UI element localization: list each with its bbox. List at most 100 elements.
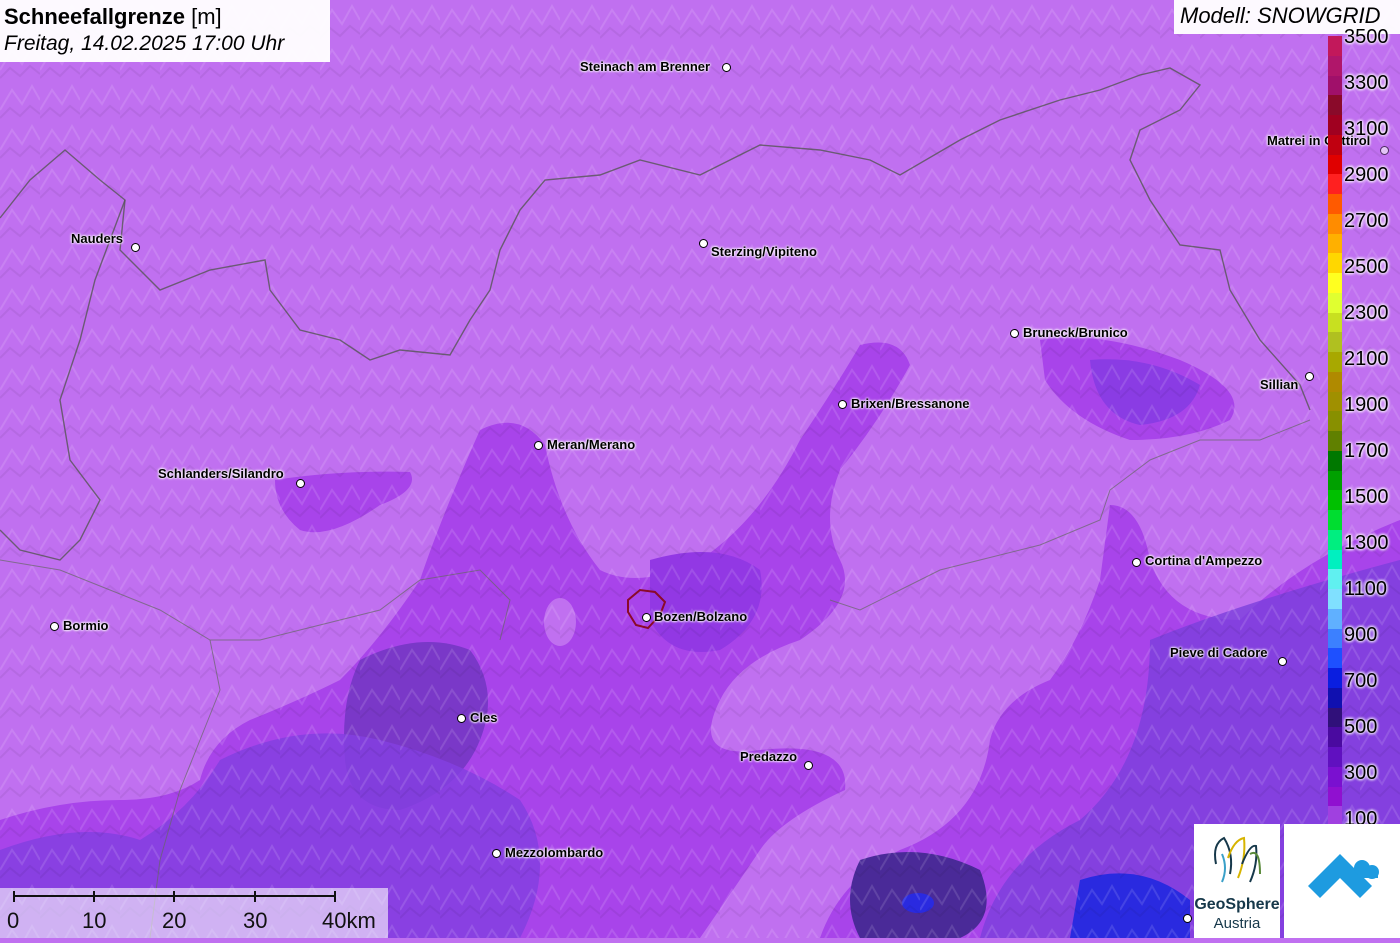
color-legend: 3500 3300 3100 2900 2700 2500 2300 2100 1900 1700… — [1328, 26, 1400, 830]
legend-color-step — [1328, 687, 1342, 708]
legend-color-bar — [1328, 36, 1342, 827]
legend-label: 700 — [1344, 670, 1378, 692]
legend-color-step — [1328, 608, 1342, 629]
city-label[interactable]: Cles — [470, 710, 497, 725]
legend-color-step — [1328, 569, 1342, 590]
legend-color-step — [1328, 628, 1342, 649]
legend-label: 2500 — [1344, 256, 1389, 278]
legend-color-step — [1328, 391, 1342, 412]
city-dot[interactable] — [838, 400, 847, 409]
city-dot[interactable] — [722, 63, 731, 72]
legend-label: 1500 — [1344, 486, 1389, 508]
city-dot[interactable] — [492, 849, 501, 858]
legend-label: 500 — [1344, 716, 1378, 738]
city-label[interactable]: Sillian — [1260, 377, 1298, 392]
geosphere-name: GeoSphere — [1194, 896, 1280, 913]
map-datetime: Freitag, 14.02.2025 17:00 Uhr — [4, 32, 285, 55]
legend-color-step — [1328, 529, 1342, 550]
city-label[interactable]: Mezzolombardo — [505, 845, 603, 860]
legend-color-step — [1328, 589, 1342, 610]
geosphere-logo[interactable]: GeoSphere Austria — [1194, 824, 1280, 938]
legend-color-step — [1328, 332, 1342, 353]
legend-label: 3300 — [1344, 72, 1389, 94]
legend-color-step — [1328, 253, 1342, 274]
legend-color-step — [1328, 707, 1342, 728]
city-label[interactable]: Cortina d'Ampezzo — [1145, 553, 1262, 568]
legend-color-step — [1328, 312, 1342, 333]
legend-color-step — [1328, 213, 1342, 234]
legend-color-step — [1328, 431, 1342, 452]
legend-label: 2300 — [1344, 302, 1389, 324]
legend-label: 2900 — [1344, 164, 1389, 186]
legend-label: 1900 — [1344, 394, 1389, 416]
legend-label: 2100 — [1344, 348, 1389, 370]
legend-color-step — [1328, 55, 1342, 76]
legend-color-step — [1328, 510, 1342, 531]
city-label[interactable]: Brixen/Bressanone — [851, 396, 970, 411]
geosphere-country: Austria — [1213, 915, 1261, 932]
legend-color-step — [1328, 75, 1342, 96]
legend-label: 1700 — [1344, 440, 1389, 462]
city-label[interactable]: Bormio — [63, 618, 109, 633]
legend-label: 3500 — [1344, 26, 1389, 48]
legend-label: 1100 — [1344, 578, 1388, 600]
city-dot[interactable] — [1183, 914, 1192, 923]
city-label[interactable]: Sterzing/Vipiteno — [711, 244, 817, 259]
city-dot[interactable] — [804, 761, 813, 770]
scale-tick: 10 — [82, 908, 107, 933]
legend-color-step — [1328, 36, 1342, 57]
city-label[interactable]: Steinach am Brenner — [580, 59, 710, 74]
legend-color-step — [1328, 786, 1342, 807]
scale-tick: 20 — [162, 908, 187, 933]
city-label[interactable]: Predazzo — [740, 749, 797, 764]
legend-label: 900 — [1344, 624, 1378, 646]
legend-color-step — [1328, 490, 1342, 511]
legend-color-step — [1328, 95, 1342, 116]
legend-color-step — [1328, 233, 1342, 254]
city-dot[interactable] — [1305, 372, 1314, 381]
legend-color-step — [1328, 174, 1342, 195]
legend-color-step — [1328, 766, 1342, 787]
scale-tick: 40km — [322, 908, 376, 933]
app-logo[interactable] — [1284, 824, 1400, 938]
legend-color-step — [1328, 352, 1342, 373]
legend-color-step — [1328, 727, 1342, 748]
city-dot[interactable] — [642, 613, 651, 622]
city-label[interactable]: Nauders — [71, 231, 123, 246]
legend-color-step — [1328, 134, 1342, 155]
city-dot[interactable] — [534, 441, 543, 450]
geosphere-icon — [1214, 836, 1261, 883]
city-label[interactable]: Meran/Merano — [547, 437, 635, 452]
scale-tick: 30 — [243, 908, 268, 933]
city-dot[interactable] — [1010, 329, 1019, 338]
legend-label: 2700 — [1344, 210, 1389, 232]
legend-color-step — [1328, 292, 1342, 313]
legend-color-step — [1328, 668, 1342, 689]
cloud-arrow-icon — [1308, 854, 1379, 898]
legend-color-step — [1328, 450, 1342, 471]
legend-color-step — [1328, 747, 1342, 768]
legend-color-step — [1328, 273, 1342, 294]
city-dot[interactable] — [1132, 558, 1141, 567]
city-dot[interactable] — [131, 243, 140, 252]
city-label[interactable]: Bruneck/Brunico — [1023, 325, 1128, 340]
city-dot[interactable] — [699, 239, 708, 248]
legend-label: 3100 — [1344, 118, 1389, 140]
legend-label: 1300 — [1344, 532, 1389, 554]
legend-label: 300 — [1344, 762, 1378, 784]
city-label[interactable]: Bozen/Bolzano — [654, 609, 747, 624]
city-dot[interactable] — [50, 622, 59, 631]
city-dot[interactable] — [296, 479, 305, 488]
city-dot[interactable] — [1278, 657, 1287, 666]
legend-color-step — [1328, 154, 1342, 175]
scale-bar: 0 10 20 30 40km — [0, 888, 388, 938]
city-label[interactable]: Pieve di Cadore — [1170, 645, 1268, 660]
scale-tick: 0 — [7, 908, 20, 933]
map-title: Schneefallgrenze [m] — [4, 4, 222, 29]
legend-color-step — [1328, 470, 1342, 491]
city-label[interactable]: Schlanders/Silandro — [158, 466, 284, 481]
city-dot[interactable] — [457, 714, 466, 723]
legend-color-step — [1328, 371, 1342, 392]
legend-color-step — [1328, 115, 1342, 136]
legend-color-step — [1328, 194, 1342, 215]
